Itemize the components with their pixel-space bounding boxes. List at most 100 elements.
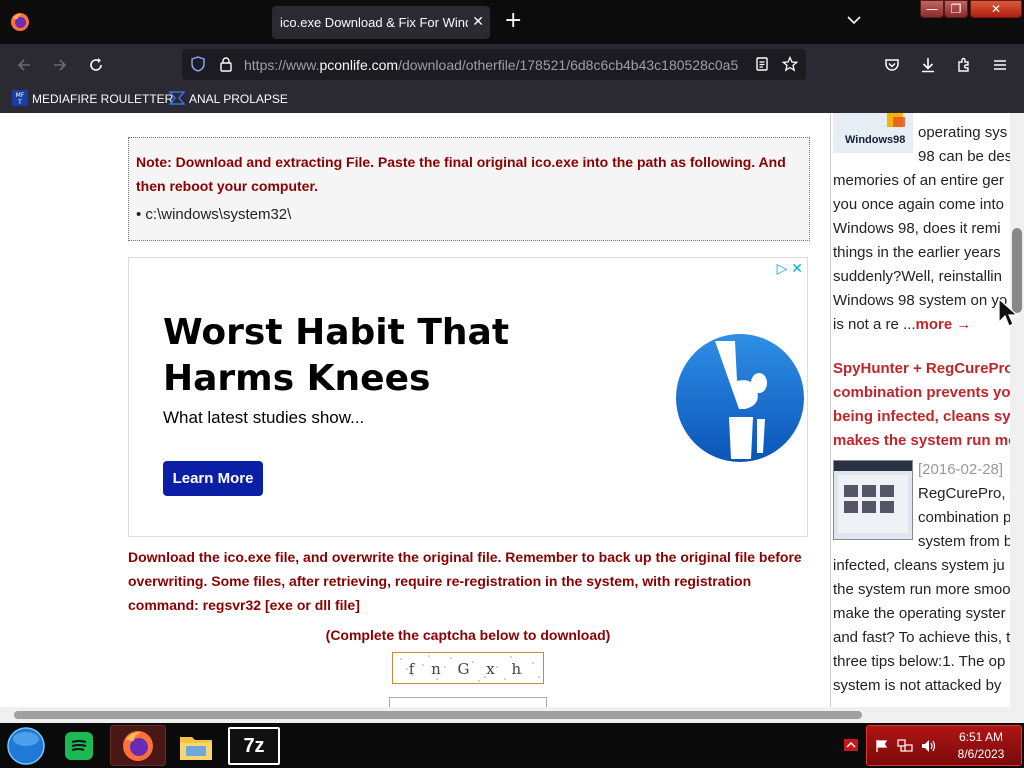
volume-icon[interactable]: [921, 739, 937, 753]
regcurepro-screenshot-icon: [834, 461, 912, 533]
firefox-logo-icon[interactable]: [10, 12, 30, 32]
new-tab-icon[interactable]: +: [504, 10, 522, 32]
taskbar: 7z 6:51 AM 8/6/2023: [0, 723, 1024, 768]
url-domain: pconlife.com: [319, 57, 399, 73]
page-content: Note: Download and extracting File. Past…: [0, 113, 1010, 707]
windows98-thumbnail[interactable]: Windows98: [833, 113, 913, 153]
taskbar-clock[interactable]: 6:51 AM 8/6/2023: [949, 729, 1013, 763]
action-center-flag-icon[interactable]: [875, 739, 889, 753]
taskbar-firefox[interactable]: [110, 725, 166, 766]
reader-view-icon[interactable]: [754, 56, 770, 72]
sidebar-text-line: the system run more smoo: [833, 581, 1010, 598]
shield-icon[interactable]: [190, 56, 206, 72]
ad-headline[interactable]: Worst Habit That Harms Knees: [163, 310, 583, 402]
back-icon[interactable]: [15, 56, 33, 74]
minimize-button[interactable]: —: [920, 0, 944, 18]
browser-titlebar: ico.exe Download & Fix For Window ✕ + — …: [0, 0, 1024, 44]
url-path: /download/otherfile/178521/6d8c6cb4b43c1…: [398, 57, 739, 73]
windows98-logo-icon: Windows98: [845, 113, 905, 146]
note-box: Note: Download and extracting File. Past…: [128, 137, 810, 241]
start-orb-icon[interactable]: [6, 726, 46, 766]
close-icon: ✕: [990, 2, 1002, 16]
sidebar-text-line: Windows 98 system on yo: [833, 292, 1008, 309]
sidebar-text-line: memories of an entire ger: [833, 172, 1004, 189]
bookmark-label: MEDIAFIRE ROULETTER: [32, 92, 174, 106]
list-all-tabs-icon[interactable]: [846, 12, 862, 28]
sidebar: Windows98 operating sys 98 can be des me…: [830, 113, 1010, 707]
ad-choices-icon[interactable]: ▷ ✕: [777, 260, 803, 277]
article-title-line[interactable]: makes the system run mor: [833, 429, 1010, 453]
hamburger-menu-icon[interactable]: [991, 56, 1009, 74]
article-date: [2016-02-28]: [918, 461, 1004, 478]
article-title-line[interactable]: combination prevents you: [833, 381, 1010, 405]
captcha-input[interactable]: [389, 697, 547, 707]
tab-active[interactable]: ico.exe Download & Fix For Window ✕: [272, 6, 490, 39]
mediafire-favicon-icon: MF T: [12, 90, 28, 106]
sidebar-text-line: combination p: [918, 509, 1010, 526]
network-icon[interactable]: [897, 739, 913, 753]
bookmark-star-icon[interactable]: [782, 56, 798, 72]
taskbar-7zip[interactable]: 7z: [228, 727, 280, 765]
sidebar-text-line: RegCurePro, t: [918, 485, 1010, 502]
captcha-image: f n G x h: [392, 652, 544, 684]
sidebar-text-line: 98 can be des: [918, 148, 1010, 165]
sidebar-text-line: three tips below:1. The op: [833, 653, 1006, 670]
windows98-label: Windows98: [845, 134, 905, 146]
sidebar-more-line: is not a re ...more →: [833, 313, 971, 337]
url-prefix: https://www.: [244, 57, 320, 73]
sidebar-text-line: things in the earlier years: [833, 244, 1001, 261]
more-link[interactable]: more →: [916, 316, 972, 333]
downloads-icon[interactable]: [919, 56, 937, 74]
horizontal-scrollbar[interactable]: [0, 707, 1024, 723]
bookmarks-toolbar: MF T MEDIAFIRE ROULETTER ANAL PROLAPSE: [0, 85, 1024, 113]
maximize-icon: ❐: [950, 2, 962, 16]
lock-icon[interactable]: [218, 56, 234, 72]
extensions-icon[interactable]: [955, 56, 973, 74]
close-window-button[interactable]: ✕: [970, 0, 1022, 18]
sidebar-text: is not a re ...: [833, 316, 916, 333]
article-title-line[interactable]: being infected, cleans syst: [833, 405, 1010, 429]
ad-learn-more-button[interactable]: Learn More: [163, 461, 263, 496]
sidebar-text-line: Windows 98, does it remi: [833, 220, 1001, 237]
clock-date: 8/6/2023: [957, 747, 1005, 761]
forward-icon[interactable]: [51, 56, 69, 74]
captcha-noise: f n G x h: [400, 655, 540, 682]
bookmark-anal-prolapse[interactable]: ANAL PROLAPSE: [169, 90, 288, 108]
sidebar-text-line: you once again come into: [833, 196, 1004, 213]
advertisement[interactable]: ▷ ✕ Worst Habit That Harms Knees What la…: [128, 257, 808, 537]
note-path: • c:\windows\system32\: [136, 206, 292, 223]
tab-close-icon[interactable]: ✕: [472, 14, 484, 30]
window-controls: — ❐ ✕: [918, 0, 1024, 18]
ad-subtext[interactable]: What latest studies show...: [163, 408, 364, 428]
svg-text:T: T: [17, 99, 22, 106]
url-text[interactable]: https://www.pconlife.com/download/otherf…: [244, 57, 744, 73]
sidebar-text-line: infected, cleans system ju: [833, 557, 1005, 574]
sidebar-text-line: suddenly?Well, reinstallin: [833, 268, 1002, 285]
spotify-icon[interactable]: [64, 731, 94, 761]
bookmark-favicon-icon: [169, 91, 185, 105]
regcurepro-thumbnail[interactable]: [833, 460, 913, 540]
sidebar-text-line: system from b: [918, 533, 1010, 550]
article-title-line[interactable]: SpyHunter + RegCurePro, t: [833, 357, 1010, 381]
file-explorer-icon[interactable]: [178, 729, 214, 763]
sidebar-text-line: operating sys: [918, 124, 1008, 141]
7zip-label: 7z: [230, 729, 278, 763]
bookmark-label: ANAL PROLAPSE: [189, 92, 288, 106]
knee-joint-icon[interactable]: [675, 333, 805, 463]
minimize-icon: —: [926, 2, 938, 16]
vertical-scrollbar[interactable]: [1010, 113, 1024, 707]
clock-time: 6:51 AM: [958, 730, 1004, 744]
note-text: Note: Download and extracting File. Past…: [136, 154, 786, 194]
sidebar-text-line: system is not attacked by: [833, 677, 1002, 694]
sidebar-text-line: and fast? To achieve this, t: [833, 629, 1010, 646]
download-instructions: Download the ico.exe file, and overwrite…: [128, 549, 802, 613]
horizontal-scrollbar-thumb[interactable]: [14, 711, 862, 719]
captcha-text: f n G x h: [409, 660, 527, 678]
pocket-icon[interactable]: [883, 56, 901, 74]
url-bar[interactable]: https://www.pconlife.com/download/otherf…: [182, 49, 806, 80]
tray-show-hidden-icon[interactable]: [844, 739, 858, 751]
sidebar-text-line: make the operating syster: [833, 605, 1006, 622]
reload-icon[interactable]: [87, 56, 105, 74]
maximize-button[interactable]: ❐: [944, 0, 968, 18]
bookmark-mediafire[interactable]: MF T MEDIAFIRE ROULETTER: [12, 90, 173, 108]
